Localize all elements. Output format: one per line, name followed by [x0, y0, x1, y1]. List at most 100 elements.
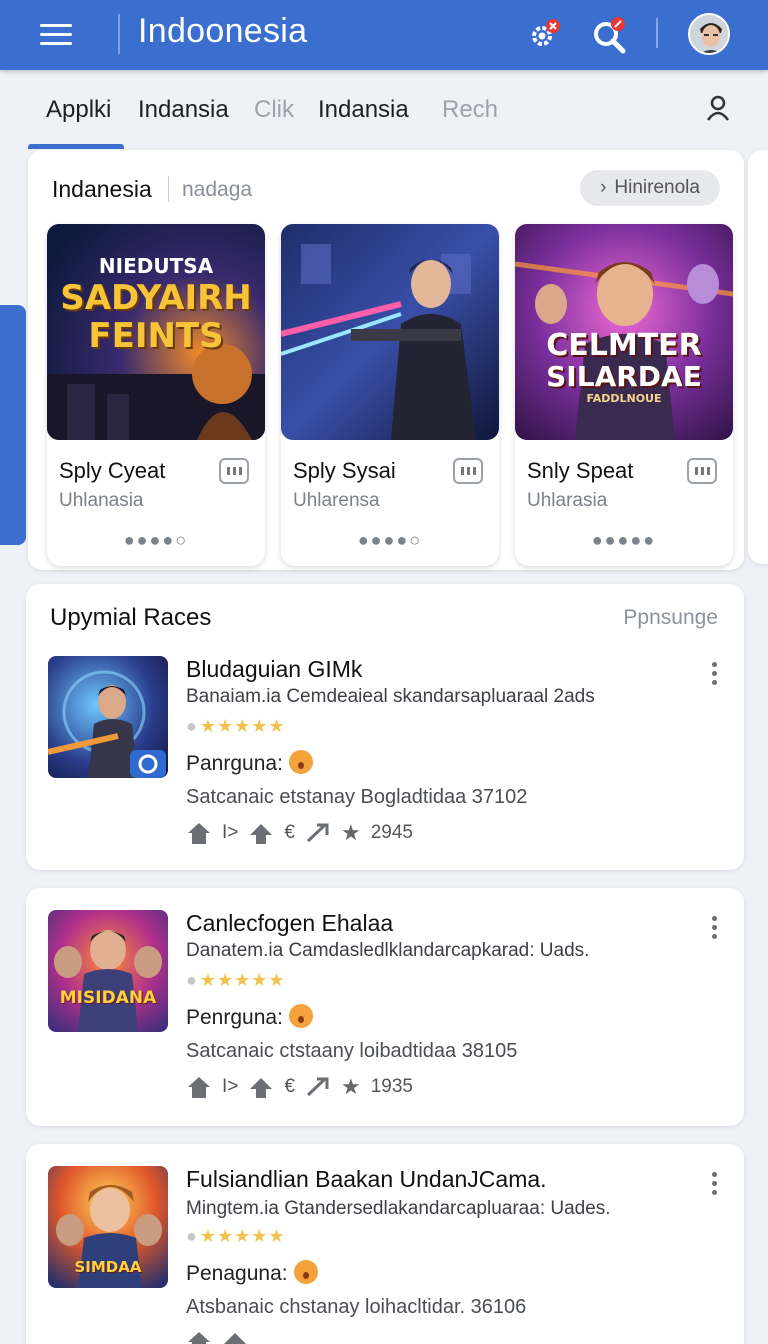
rating-count: 2945 — [370, 822, 413, 843]
appbar-separator — [656, 18, 658, 48]
featured-chip-label: Hinirenola — [614, 177, 700, 198]
game-thumbnail-caption: NIEDUTSA — [98, 254, 214, 278]
upload-icon[interactable] — [222, 1330, 248, 1344]
game-rating-dots: ●●●●● — [591, 530, 657, 550]
surprised-emoji-icon — [288, 750, 313, 774]
list-card: SIMDAA Fulsiandlian Baakan UndanJCama. M… — [26, 1144, 744, 1344]
featured-subtitle: nadaga — [182, 178, 253, 201]
section-more-link[interactable]: Ppnsunge — [623, 606, 718, 630]
home-icon[interactable] — [186, 821, 212, 845]
featured-title: Indanesia — [52, 176, 152, 202]
share-icon[interactable] — [305, 821, 331, 845]
tab-rech[interactable]: Rech — [442, 96, 498, 124]
app-stat-text: Satcanaic etstanay Bogladtidaa 37102 — [186, 786, 528, 808]
app-description: Danatem.ia Camdasledlklandarcapkarad: Ua… — [186, 940, 590, 961]
app-user-row: Panrguna: — [186, 750, 313, 776]
chevron-icon: I> — [222, 1076, 239, 1097]
list-item[interactable]: Bludaguian GIMk Banaiam.ia Cemdeaieal sk… — [26, 656, 744, 845]
game-thumbnail-title-2: SILARDAE — [546, 360, 702, 393]
tab-indansia-2[interactable]: Indansia — [318, 96, 409, 124]
app-name: Fulsiandlian Baakan UndanJCama. — [186, 1166, 547, 1192]
search-icon[interactable] — [590, 16, 626, 54]
star-rating-text: ★★★★★ — [199, 1226, 286, 1246]
share-icon[interactable] — [305, 1075, 331, 1099]
user-label: Penaguna: — [186, 1262, 288, 1285]
star-rating-text: ★★★★★ — [199, 970, 286, 990]
app-description: Mingtem.ia Gtandersedlakandarcapluaraa: … — [186, 1198, 611, 1219]
upload-icon[interactable] — [248, 821, 274, 845]
app-name: Canlecfogen Ehalaa — [186, 910, 394, 936]
app-icon-caption: MISIDANA — [59, 988, 157, 1008]
game-more-icon[interactable] — [687, 458, 717, 484]
app-stat-text: Satcanaic ctstaany loibadtidaa 38105 — [186, 1040, 518, 1062]
game-thumbnail: NIEDUTSA SADYAIRH FEINTS — [47, 224, 265, 440]
game-card[interactable]: NIEDUTSA SADYAIRH FEINTS Sply Cyeat Uhla… — [47, 224, 265, 566]
section-title: Upymial Races — [50, 604, 212, 631]
list-card: MISIDANA Canlecfogen Ehalaa Danatem.ia C… — [26, 888, 744, 1126]
app-user-row: Penaguna: — [186, 1260, 318, 1286]
side-drawer-handle[interactable] — [0, 305, 26, 545]
app-action-row — [186, 1330, 248, 1344]
surprised-emoji-icon — [288, 1004, 313, 1028]
surprised-emoji-icon — [293, 1260, 318, 1284]
list-item[interactable]: MISIDANA Canlecfogen Ehalaa Danatem.ia C… — [26, 910, 744, 1099]
app-icon[interactable] — [48, 656, 168, 778]
app-icon-caption: SIMDAA — [74, 1258, 142, 1276]
star-icon: ★ — [340, 820, 361, 845]
home-icon[interactable] — [186, 1330, 212, 1344]
game-card[interactable]: CELMTER SILARDAE FADDLNOUE Snly Speat Uh… — [515, 224, 733, 566]
app-action-row: I> € ★ 2945 — [186, 820, 413, 846]
user-avatar[interactable] — [688, 13, 730, 55]
app-rating-stars: ● ★★★★★ — [186, 716, 286, 736]
game-publisher: Uhlanasia — [59, 490, 144, 511]
home-icon[interactable] — [186, 1075, 212, 1099]
overflow-menu-icon[interactable] — [710, 1172, 720, 1198]
app-action-row: I> € ★ 1935 — [186, 1074, 413, 1100]
list-section: Upymial Races Ppnsunge Bludaguian GIMk B… — [26, 584, 744, 870]
app-icon[interactable]: MISIDANA — [48, 910, 168, 1032]
tab-indansia[interactable]: Indansia — [138, 96, 229, 124]
profile-icon[interactable] — [704, 94, 732, 122]
game-name: Snly Speat — [527, 458, 634, 483]
featured-title-divider — [168, 176, 169, 202]
overflow-menu-icon[interactable] — [710, 916, 720, 942]
active-tab-indicator — [28, 144, 124, 149]
game-thumbnail: CELMTER SILARDAE FADDLNOUE — [515, 224, 733, 440]
star-rating-text: ★★★★★ — [199, 716, 286, 736]
top-app-bar: Indoonesia — [0, 0, 768, 70]
settings-gear-icon[interactable] — [528, 16, 564, 52]
app-stat-text: Atsbanaic chstanay loihacltidar. 36106 — [186, 1296, 527, 1318]
app-user-row: Penrguna: — [186, 1004, 313, 1030]
featured-next-card-peek[interactable] — [748, 150, 768, 564]
list-item[interactable]: SIMDAA Fulsiandlian Baakan UndanJCama. M… — [26, 1166, 744, 1344]
menu-icon[interactable] — [40, 20, 76, 48]
rating-count: 1935 — [370, 1076, 413, 1097]
tab-applki[interactable]: Applki — [46, 96, 111, 124]
game-thumbnail — [281, 224, 499, 440]
app-description: Banaiam.ia Cemdeaieal skandarsapluaraal … — [186, 686, 595, 707]
upload-icon[interactable] — [248, 1075, 274, 1099]
chevron-right-icon: › — [600, 177, 607, 198]
game-more-icon[interactable] — [219, 458, 249, 484]
game-card[interactable]: Sply Sysai Uhlarensa ●●●●○ — [281, 224, 499, 566]
game-more-icon[interactable] — [453, 458, 483, 484]
game-rating-dots: ●●●●○ — [357, 530, 423, 550]
app-icon[interactable]: SIMDAA — [48, 1166, 168, 1288]
overflow-menu-icon[interactable] — [710, 662, 720, 688]
game-thumbnail-title: CELMTER — [546, 328, 702, 363]
chevron-icon: I> — [222, 822, 239, 843]
tab-bar: Applki Indansia Clik Indansia Rech — [0, 70, 768, 149]
game-thumbnail-title: SADYAIRH — [60, 278, 252, 318]
tab-clik[interactable]: Clik — [254, 96, 294, 124]
currency-icon: € — [284, 822, 295, 843]
star-icon: ★ — [340, 1074, 361, 1099]
game-rating-dots: ●●●●○ — [123, 530, 189, 550]
appbar-divider — [118, 14, 120, 54]
app-name: Bludaguian GIMk — [186, 656, 363, 682]
app-rating-stars: ● ★★★★★ — [186, 1226, 286, 1246]
user-label: Penrguna: — [186, 1006, 283, 1029]
featured-more-chip[interactable]: › Hinirenola — [580, 170, 720, 206]
game-thumbnail-caption: FADDLNOUE — [586, 392, 662, 405]
currency-icon: € — [284, 1076, 295, 1097]
game-thumbnail-title-2: FEINTS — [88, 316, 224, 356]
